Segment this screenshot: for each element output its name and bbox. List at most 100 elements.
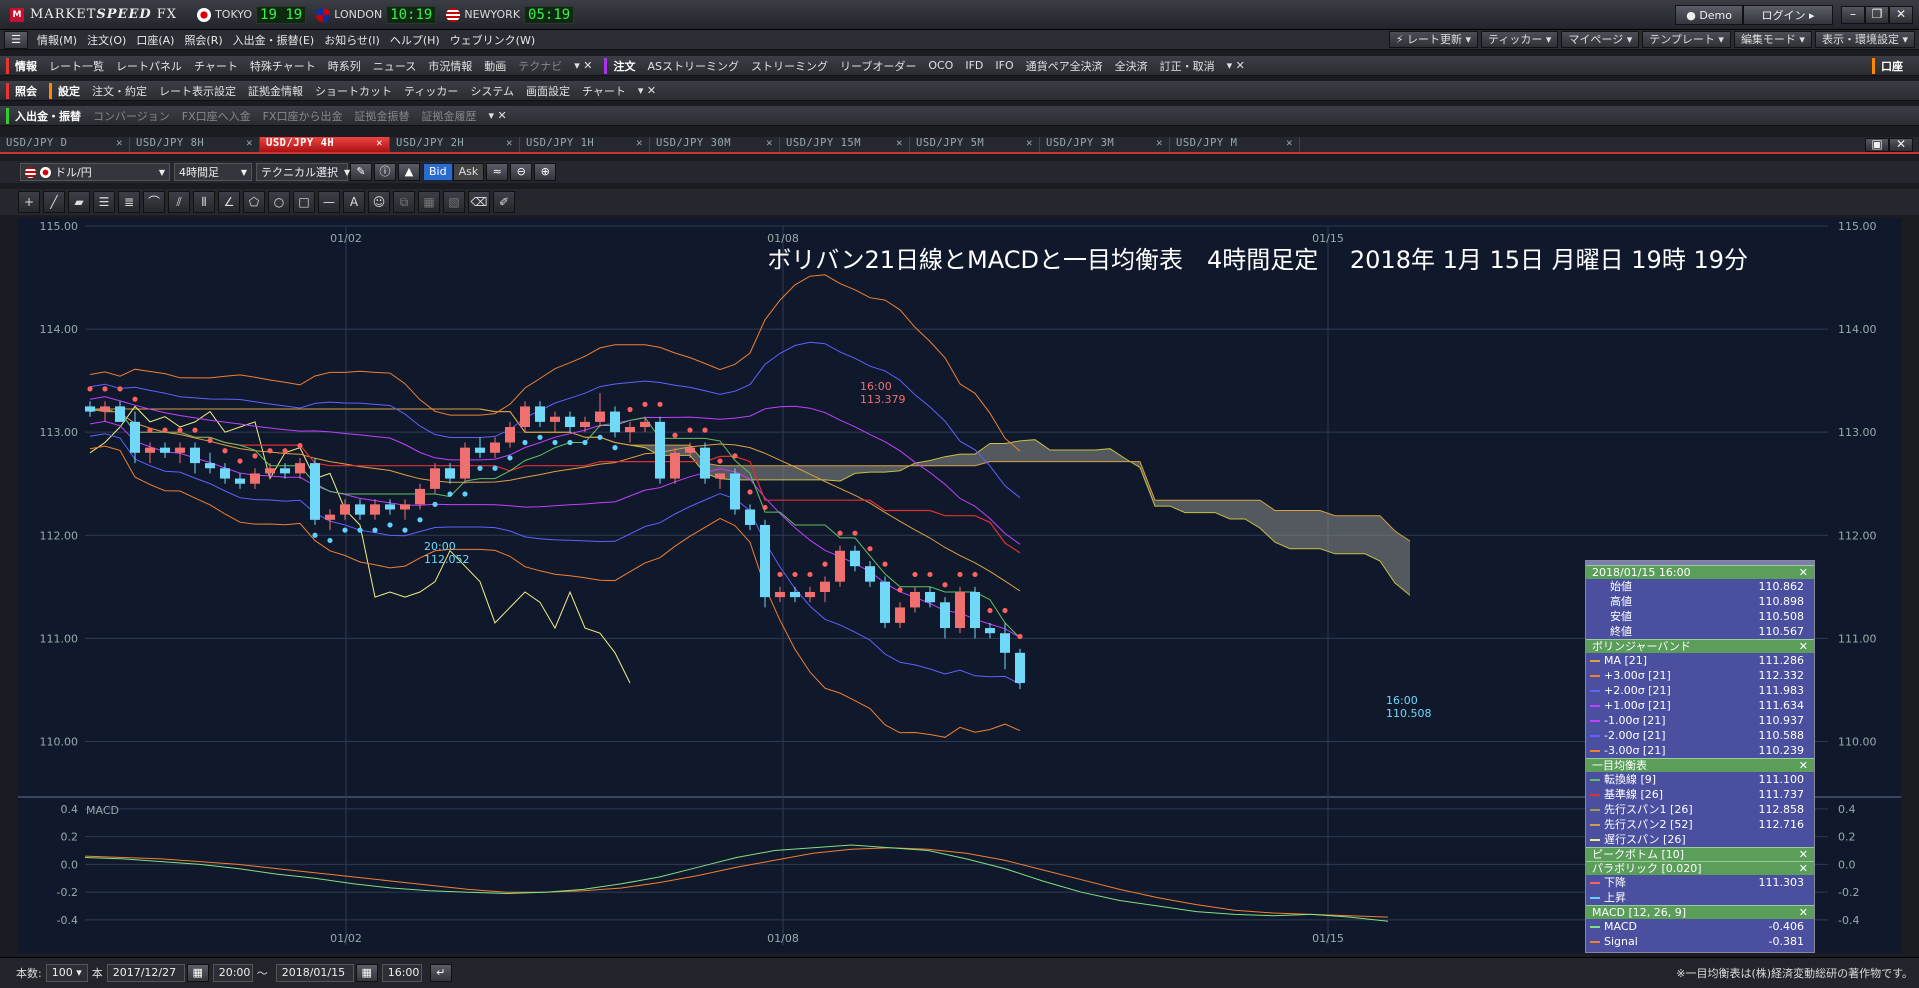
- technical-select[interactable]: テクニカル選択 ▼: [256, 163, 350, 181]
- period-select[interactable]: 4時間足 ▼: [174, 163, 252, 181]
- menu-weblink[interactable]: ウェブリンク(W): [445, 32, 540, 48]
- calendar-icon[interactable]: ▦: [186, 964, 209, 982]
- maximize-icon[interactable]: ❐: [1865, 5, 1889, 24]
- tb1-dropdown-icon[interactable]: ▾ ✕: [568, 59, 598, 72]
- tab-15m[interactable]: USD/JPY 15M ✕: [780, 137, 910, 152]
- close-icon[interactable]: ✕: [1799, 759, 1808, 772]
- rectangle-icon[interactable]: □: [293, 191, 315, 213]
- tb-conversion[interactable]: コンバージョン: [87, 108, 176, 124]
- display-settings-button[interactable]: 表示・環境設定 ▾: [1814, 31, 1915, 48]
- tab-3m[interactable]: USD/JPY 3M ✕: [1040, 137, 1170, 152]
- hline-icon[interactable]: —: [318, 191, 340, 213]
- tb-margin-info[interactable]: 証拠金情報: [242, 83, 309, 99]
- tb-shortcut[interactable]: ショートカット: [309, 83, 398, 99]
- tb-market-info[interactable]: 市況情報: [422, 58, 478, 74]
- tb-margin-history[interactable]: 証拠金履歴: [416, 108, 483, 124]
- login-button[interactable]: ログイン ▸: [1743, 4, 1833, 25]
- ask-toggle[interactable]: Ask: [452, 163, 485, 181]
- apply-icon[interactable]: ↵: [429, 964, 452, 982]
- tb-rate-panel[interactable]: レートパネル: [110, 58, 188, 74]
- tb-streaming[interactable]: ストリーミング: [745, 58, 834, 74]
- select-icon[interactable]: ▦: [418, 191, 440, 213]
- pentagon-icon[interactable]: ⬠: [243, 191, 265, 213]
- close-icon[interactable]: ✕: [1799, 862, 1808, 875]
- zoom-in-icon[interactable]: ⊕: [534, 163, 557, 181]
- template-button[interactable]: テンプレート ▾: [1642, 31, 1731, 48]
- tab-close-icon[interactable]: ✕: [896, 137, 903, 152]
- tab-4h[interactable]: USD/JPY 4H ✕: [260, 137, 390, 152]
- tb-all-settle[interactable]: 全決済: [1109, 58, 1154, 74]
- menu-help[interactable]: ヘルプ(H): [385, 32, 445, 48]
- calendar-icon[interactable]: ▦: [355, 964, 378, 982]
- ticker-button[interactable]: ティッカー ▾: [1481, 31, 1559, 48]
- wave-icon[interactable]: ≈: [486, 163, 509, 181]
- tb-fx-withdraw[interactable]: FX口座から出金: [257, 108, 349, 124]
- tab-close-icon[interactable]: ✕: [246, 137, 253, 152]
- tab-close-icon[interactable]: ✕: [1156, 137, 1163, 152]
- close-icon[interactable]: ✕: [1799, 906, 1808, 919]
- close-icon[interactable]: ✕: [1799, 566, 1808, 579]
- copy-icon[interactable]: ⧉: [393, 191, 415, 213]
- pair-select[interactable]: ドル/円 ▼: [20, 163, 170, 181]
- to-time-input[interactable]: 16:00: [381, 964, 422, 982]
- tb-chart-settings[interactable]: チャート: [576, 83, 632, 99]
- tb-as-streaming[interactable]: ASストリーミング: [641, 58, 745, 74]
- tab-close-icon[interactable]: ✕: [1026, 137, 1033, 152]
- menu-inquiry[interactable]: 照会(R): [179, 32, 227, 48]
- from-date-input[interactable]: 2017/12/27: [106, 964, 185, 982]
- fib-icon[interactable]: ≣: [118, 191, 140, 213]
- bid-toggle[interactable]: Bid: [423, 163, 453, 181]
- tb-fx-deposit[interactable]: FX口座へ入金: [176, 108, 257, 124]
- zoom-out-icon[interactable]: ⊖: [510, 163, 533, 181]
- tab-2h[interactable]: USD/JPY 2H ✕: [390, 137, 520, 152]
- info-icon[interactable]: ⓘ: [374, 163, 396, 181]
- tb-rate-list[interactable]: レート一覧: [43, 58, 110, 74]
- close-icon[interactable]: ✕: [1889, 5, 1913, 24]
- tb2-dropdown-icon[interactable]: ▾ ✕: [632, 84, 662, 97]
- tab-close-icon[interactable]: ✕: [766, 137, 773, 152]
- tb-news[interactable]: ニュース: [367, 58, 422, 74]
- hlines-icon[interactable]: ☰: [93, 191, 115, 213]
- from-time-input[interactable]: 20:00: [212, 964, 253, 982]
- tb-technavi[interactable]: テクナビ: [512, 58, 568, 74]
- menu-deposit[interactable]: 入出金・振替(E): [228, 32, 320, 48]
- channel-icon[interactable]: ⫽: [168, 191, 190, 213]
- menu-toggle-icon[interactable]: ☰: [4, 30, 28, 49]
- tab-close-icon[interactable]: ✕: [506, 137, 513, 152]
- gann-icon[interactable]: ∠: [218, 191, 240, 213]
- close-icon[interactable]: ✕: [1799, 640, 1808, 653]
- menu-account[interactable]: 口座(A): [131, 32, 179, 48]
- fan-icon[interactable]: ⌒: [143, 191, 165, 213]
- tab-m[interactable]: USD/JPY M ✕: [1170, 137, 1300, 152]
- vlines-icon[interactable]: ⦀: [193, 191, 215, 213]
- chart-type-icon[interactable]: ▲: [398, 163, 420, 181]
- close-icon[interactable]: ✕: [1799, 848, 1808, 861]
- tb3-dropdown-icon[interactable]: ▾ ✕: [483, 109, 513, 122]
- tb-system[interactable]: システム: [464, 83, 520, 99]
- tb-pair-settle[interactable]: 通貨ペア全決済: [1020, 58, 1109, 74]
- tab-close-icon[interactable]: ✕: [636, 137, 643, 152]
- tb-leave-order[interactable]: リーブオーダー: [834, 58, 922, 74]
- minimize-icon[interactable]: –: [1841, 5, 1865, 24]
- pen-icon[interactable]: ✎: [350, 163, 372, 181]
- tb-special-chart[interactable]: 特殊チャート: [244, 58, 322, 74]
- tab-close-icon[interactable]: ✕: [116, 137, 123, 152]
- tb-rate-display[interactable]: レート表示設定: [153, 83, 242, 99]
- mypage-button[interactable]: マイページ ▾: [1561, 31, 1640, 48]
- count-select[interactable]: 100 ▾: [45, 964, 88, 982]
- tb-margin-transfer[interactable]: 証拠金振替: [349, 108, 416, 124]
- tab-5m[interactable]: USD/JPY 5M ✕: [910, 137, 1040, 152]
- tab-30m[interactable]: USD/JPY 30M ✕: [650, 137, 780, 152]
- tab-d[interactable]: USD/JPY D ✕: [0, 137, 130, 152]
- tab-close-icon[interactable]: ✕: [1286, 137, 1293, 152]
- erase-all-icon[interactable]: ✐: [493, 191, 515, 213]
- demo-button[interactable]: ● Demo: [1675, 4, 1743, 25]
- tb-chart[interactable]: チャート: [188, 58, 244, 74]
- trendline-icon[interactable]: ╱: [43, 191, 65, 213]
- tb-oco[interactable]: OCO: [922, 59, 959, 72]
- menu-order[interactable]: 注文(O): [82, 32, 131, 48]
- tab-1h[interactable]: USD/JPY 1H ✕: [520, 137, 650, 152]
- tb-ticker[interactable]: ティッカー: [398, 83, 464, 99]
- circle-icon[interactable]: ○: [268, 191, 290, 213]
- text-icon[interactable]: A: [343, 191, 365, 213]
